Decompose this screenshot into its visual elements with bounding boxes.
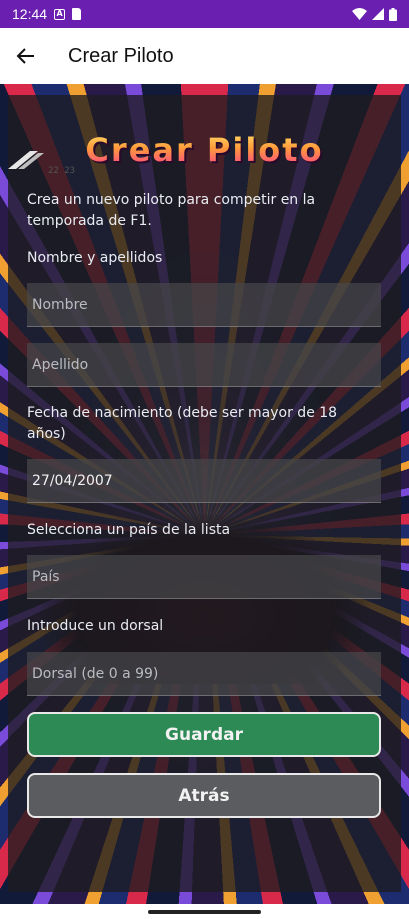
page-title: Crear Piloto <box>68 44 174 67</box>
form-panel: 22 23 Crear Piloto Crea un nuevo piloto … <box>8 95 401 892</box>
status-time: 12:44 <box>12 6 48 22</box>
birth-date-input[interactable]: 27/04/2007 <box>27 459 381 503</box>
signal-icon <box>372 8 384 20</box>
birth-date-label: Fecha de nacimiento (debe ser mayor de 1… <box>27 405 338 442</box>
country-select[interactable]: País <box>27 555 381 599</box>
number-input[interactable]: Dorsal (de 0 a 99) <box>27 652 381 696</box>
home-handle[interactable] <box>148 910 261 914</box>
sd-card-icon <box>72 8 82 20</box>
notification-a-icon: A <box>54 8 66 20</box>
name-label: Nombre y apellidos <box>27 250 163 266</box>
status-bar: 12:44 A <box>0 0 409 28</box>
status-icons <box>352 7 397 21</box>
navigation-bar <box>0 904 409 919</box>
logo-title: Crear Piloto <box>8 131 401 169</box>
arrow-left-icon <box>16 48 34 64</box>
back-arrow-button[interactable] <box>4 34 48 78</box>
number-label: Introduce un dorsal <box>27 618 164 634</box>
description-text: Crea un nuevo piloto para competir en la… <box>27 192 316 229</box>
name-input[interactable]: Nombre <box>27 283 381 327</box>
wifi-icon <box>352 8 367 20</box>
surname-input[interactable]: Apellido <box>27 343 381 387</box>
battery-icon <box>389 7 397 21</box>
app-bar: Crear Piloto <box>0 28 409 84</box>
country-label: Selecciona un país de la lista <box>27 522 231 538</box>
back-button[interactable]: Atrás <box>27 773 381 818</box>
save-button[interactable]: Guardar <box>27 712 381 757</box>
